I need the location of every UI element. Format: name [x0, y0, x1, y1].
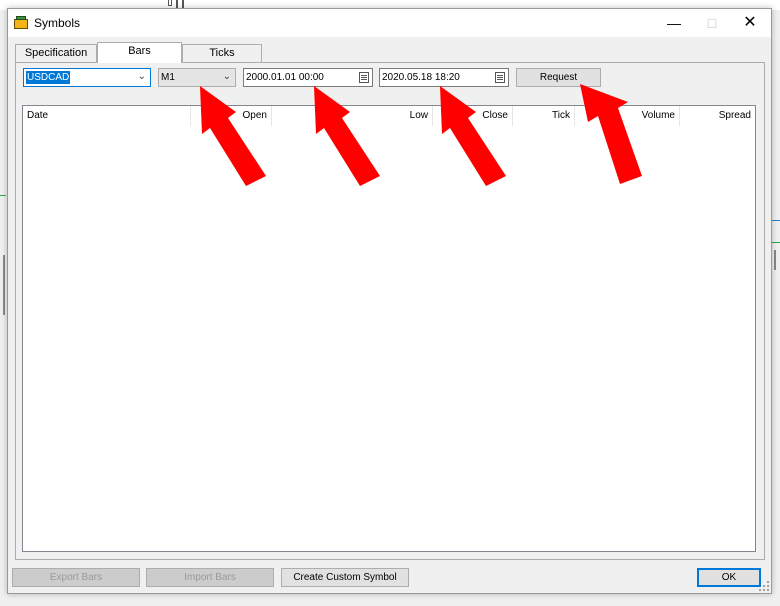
- resize-grip-icon[interactable]: [759, 581, 769, 591]
- export-bars-button[interactable]: Export Bars: [12, 568, 140, 587]
- column-header-date[interactable]: Date: [23, 106, 191, 126]
- column-header-spread[interactable]: Spread: [680, 106, 755, 126]
- close-button[interactable]: ✕: [732, 9, 768, 37]
- red-arrow-icon: [440, 86, 506, 186]
- red-arrow-icon: [314, 86, 380, 186]
- background-candle: [168, 0, 172, 6]
- ok-button[interactable]: OK: [697, 568, 761, 587]
- maximize-button[interactable]: □: [694, 9, 730, 37]
- title-bar[interactable]: Symbols — □ ✕: [8, 9, 771, 37]
- red-arrow-icon: [580, 84, 642, 184]
- symbol-select[interactable]: USDCAD ⌄: [23, 68, 151, 87]
- import-bars-button[interactable]: Import Bars: [146, 568, 274, 587]
- minimize-button[interactable]: —: [656, 9, 692, 37]
- create-custom-symbol-button[interactable]: Create Custom Symbol: [281, 568, 409, 587]
- tab-specification[interactable]: Specification: [15, 44, 97, 62]
- symbol-select-value: USDCAD: [26, 71, 71, 84]
- symbols-app-icon: [14, 16, 28, 29]
- chevron-down-icon: ⌄: [137, 71, 146, 82]
- window-title: Symbols: [34, 16, 81, 30]
- red-arrow-icon: [200, 86, 266, 186]
- tab-ticks[interactable]: Ticks: [182, 44, 262, 62]
- timeframe-select-value: M1: [161, 72, 175, 83]
- tab-bars[interactable]: Bars: [97, 42, 182, 63]
